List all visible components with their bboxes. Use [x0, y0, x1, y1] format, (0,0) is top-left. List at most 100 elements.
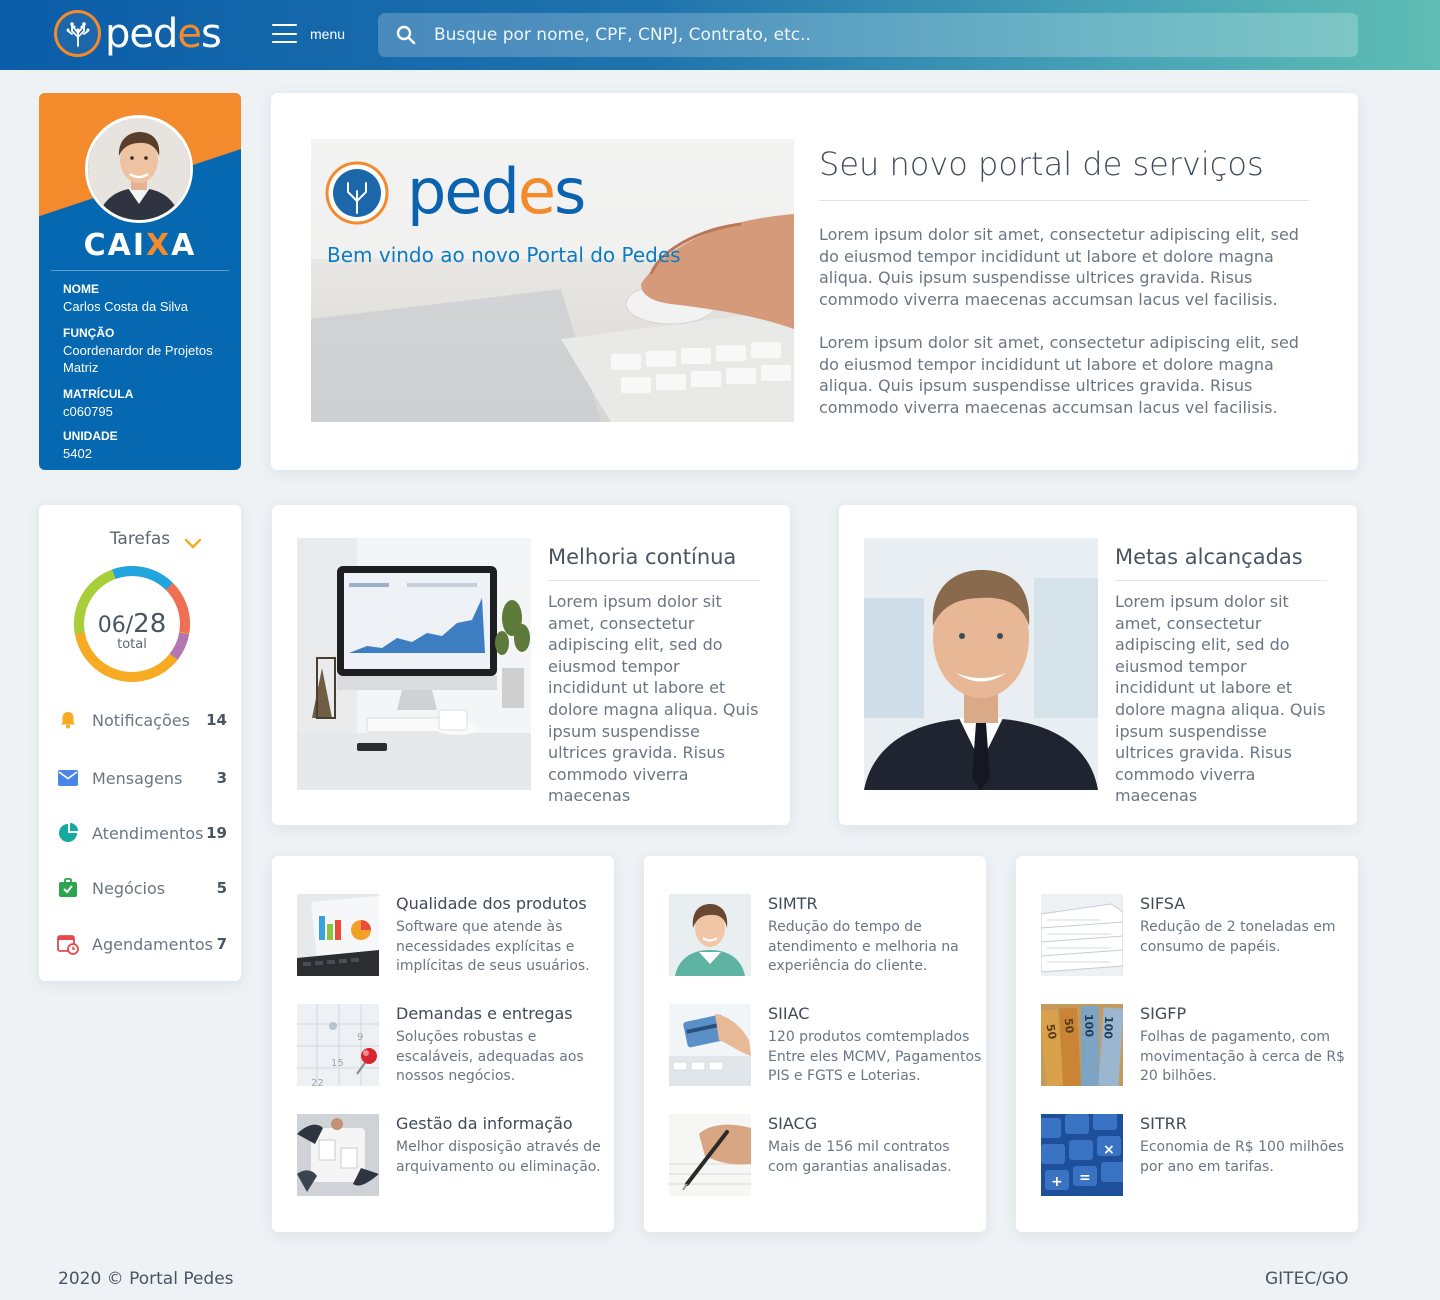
task-label: Mensagens: [92, 768, 183, 788]
list-item[interactable]: SIACG Mais de 156 mil contratos com gara…: [669, 1114, 979, 1204]
task-count: 7: [216, 935, 227, 953]
caixa-logo: CAIXA: [83, 228, 197, 263]
pie-chart-icon: [57, 822, 79, 844]
profile-role-block: FUNÇÃO Coordenardor de Projetos Matriz: [63, 325, 231, 376]
task-count: 3: [216, 769, 227, 787]
task-row-mensagens[interactable]: Mensagens 3: [57, 766, 227, 790]
meeting-table-thumb: [297, 1114, 379, 1196]
banner-logo-wordmark: pedes: [407, 155, 586, 228]
info-card-qualidade: Qualidade dos produtos Software que aten…: [272, 856, 614, 1232]
id-label: MATRÍCULA: [63, 387, 134, 401]
feature-card-metas[interactable]: Metas alcançadas Lorem ipsum dolor sit a…: [839, 505, 1357, 825]
profile-name-block: NOME Carlos Costa da Silva: [63, 281, 188, 315]
feature-text: Lorem ipsum dolor sit amet, consectetur …: [548, 592, 759, 806]
pedes-logo[interactable]: pedes: [54, 10, 222, 57]
menu-label: menu: [310, 25, 346, 42]
list-item[interactable]: Gestão da informação Melhor disposição a…: [297, 1114, 607, 1204]
item-title: SIMTR: [768, 894, 818, 913]
tasks-donut-label: 06/28 total: [73, 609, 191, 652]
task-row-agendamentos[interactable]: Agendamentos 7: [57, 932, 227, 956]
name-label: NOME: [63, 282, 99, 296]
feature-divider: [1115, 580, 1327, 581]
item-description: Folhas de pagamento, com movimentação à …: [1140, 1029, 1345, 1084]
svg-text:100: 100: [1082, 1014, 1096, 1038]
task-label: Atendimentos: [92, 823, 204, 843]
page-title: Seu novo portal de serviços: [819, 145, 1264, 183]
logo-wordmark: pedes: [105, 10, 222, 57]
search-input[interactable]: [434, 13, 1358, 57]
svg-text:+: +: [1051, 1174, 1063, 1190]
hero-card: pedes Bem vindo ao novo Portal do Pedes …: [271, 93, 1358, 470]
profile-card: CAIXA NOME Carlos Costa da Silva FUNÇÃO …: [39, 93, 241, 470]
item-title: SITRR: [1140, 1114, 1187, 1133]
list-item[interactable]: + = × SITRR Economia de R$ 100 milhões por…: [1041, 1114, 1351, 1204]
hamburger-icon: [272, 24, 297, 43]
laptop-chart-thumb: [297, 894, 379, 976]
svg-text:22: 22: [311, 1078, 324, 1086]
item-title: Qualidade dos produtos: [396, 894, 587, 913]
list-item[interactable]: SIMTR Redução do tempo de atendimento e …: [669, 894, 979, 984]
hero-banner-image: pedes Bem vindo ao novo Portal do Pedes: [311, 139, 794, 422]
tasks-total: 28: [133, 609, 167, 639]
search-icon[interactable]: [378, 13, 434, 57]
briefcase-icon: [57, 877, 79, 899]
computer-desk-image: [297, 538, 531, 790]
profile-divider: [51, 270, 229, 271]
smiling-businessman-image: [864, 538, 1098, 790]
list-item[interactable]: Qualidade dos produtos Software que aten…: [297, 894, 607, 984]
item-title: SIGFP: [1140, 1004, 1187, 1023]
item-description: 120 produtos comtemplados Entre eles MCM…: [768, 1029, 982, 1084]
task-row-negocios[interactable]: Negócios 5: [57, 876, 227, 900]
list-item[interactable]: 50 50 100 100 SIGFP Folhas de pagamento, co…: [1041, 1004, 1351, 1094]
item-title: SIFSA: [1140, 894, 1186, 913]
chevron-down-icon[interactable]: [184, 535, 202, 554]
hero-divider: [819, 200, 1309, 201]
money-bills-thumb: 50 50 100 100: [1041, 1004, 1123, 1086]
item-description: Redução do tempo de atendimento e melhor…: [768, 919, 959, 974]
item-title: SIIAC: [768, 1004, 810, 1023]
svg-text:50: 50: [1043, 1023, 1059, 1041]
tree-logo-icon: [54, 10, 101, 57]
banner-subtitle: Bem vindo ao novo Portal do Pedes: [327, 243, 681, 267]
item-description: Soluções robustas e escaláveis, adequada…: [396, 1029, 584, 1084]
unit-label: UNIDADE: [63, 429, 118, 443]
svg-text:15: 15: [331, 1058, 344, 1069]
task-count: 19: [206, 824, 227, 842]
calendar-icon: [57, 933, 79, 955]
attendant-woman-thumb: [669, 894, 751, 976]
feature-title: Metas alcançadas: [1115, 545, 1303, 569]
tasks-title[interactable]: Tarefas: [39, 529, 241, 549]
top-header: pedes menu: [0, 0, 1440, 70]
list-item[interactable]: SIIAC 120 produtos comtemplados Entre el…: [669, 1004, 981, 1094]
item-description: Software que atende às necessidades expl…: [396, 919, 590, 974]
avatar[interactable]: [85, 115, 193, 223]
id-value: c060795: [63, 404, 113, 419]
menu-button[interactable]: menu: [272, 24, 345, 43]
task-count: 5: [216, 879, 227, 897]
svg-text:9: 9: [357, 1032, 363, 1043]
svg-text:100: 100: [1101, 1016, 1115, 1040]
item-title: SIACG: [768, 1114, 818, 1133]
tasks-done: 06: [97, 613, 126, 638]
item-description: Redução de 2 toneladas em consumo de pap…: [1140, 919, 1336, 955]
item-title: Gestão da informação: [396, 1114, 573, 1133]
feature-card-melhoria[interactable]: Melhoria contínua Lorem ipsum dolor sit …: [272, 505, 790, 825]
task-row-notificacoes[interactable]: Notificações 14: [57, 708, 227, 732]
mail-icon: [57, 767, 79, 789]
item-title: Demandas e entregas: [396, 1004, 573, 1023]
footer-unit: GITEC/GO: [1265, 1269, 1349, 1289]
task-label: Notificações: [92, 710, 190, 730]
feature-title: Melhoria contínua: [548, 545, 737, 569]
role-label: FUNÇÃO: [63, 326, 115, 340]
task-row-atendimentos[interactable]: Atendimentos 19: [57, 821, 227, 845]
name-value: Carlos Costa da Silva: [63, 299, 188, 314]
paper-stack-thumb: [1041, 894, 1123, 976]
search-bar[interactable]: [378, 13, 1358, 57]
item-description: Mais de 156 mil contratos com garantias …: [768, 1139, 952, 1175]
feature-divider: [548, 580, 760, 581]
item-description: Melhor disposição através de arquivament…: [396, 1139, 601, 1175]
svg-text:=: =: [1079, 1170, 1091, 1186]
list-item[interactable]: SIFSA Redução de 2 toneladas em consumo …: [1041, 894, 1351, 984]
list-item[interactable]: 15 22 9 Demandas e entregas Soluções robus…: [297, 1004, 607, 1094]
hero-paragraph: Lorem ipsum dolor sit amet, consectetur …: [819, 333, 1299, 417]
